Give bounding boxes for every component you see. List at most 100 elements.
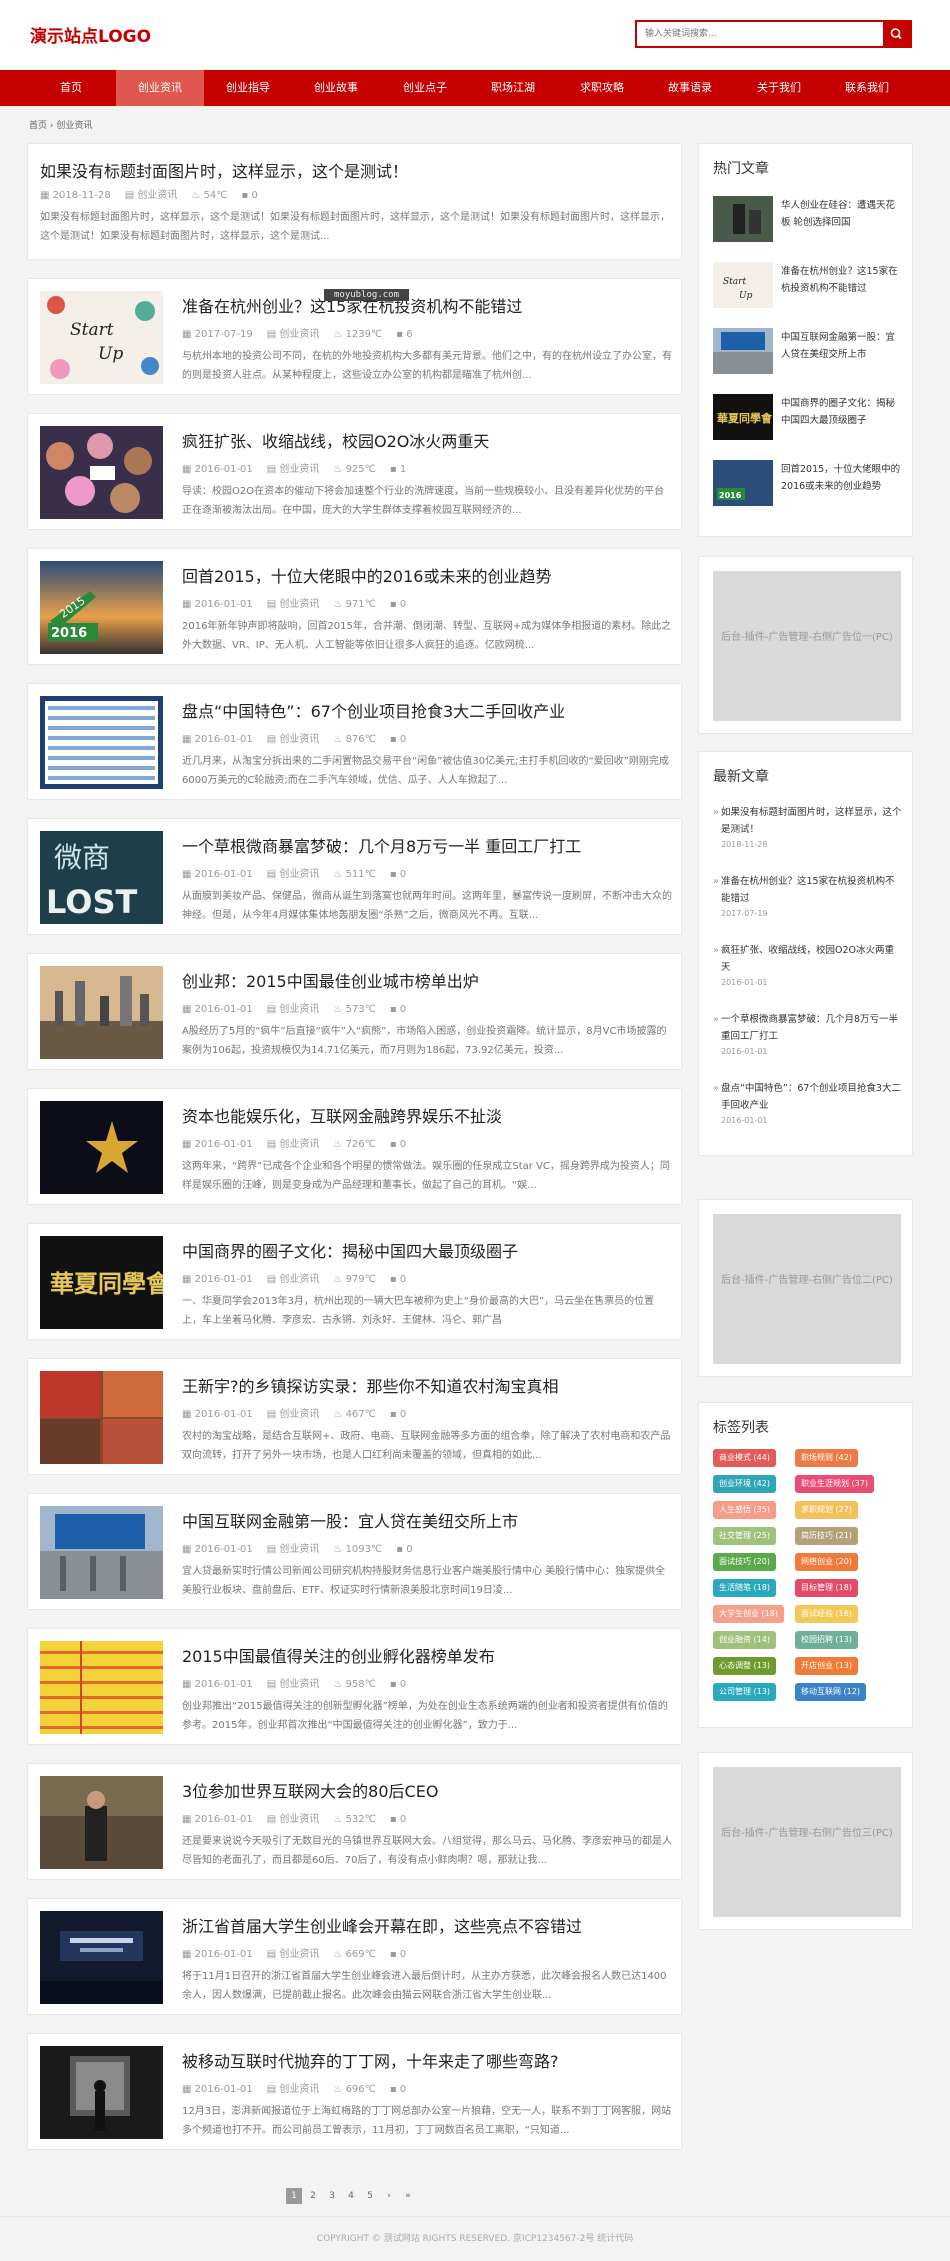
article-thumbnail[interactable] [40,1911,163,2004]
article-thumbnail[interactable] [40,1506,163,1599]
latest-article-item[interactable]: 一个草根微商暴富梦破：几个月8万亏一半 重回工厂打工 2016-01-01 [713,1011,903,1056]
article-card[interactable]: 華夏同學會 中国商界的圈子文化：揭秘中国四大最顶级圈子 ▦ 2016-01-01… [27,1223,682,1340]
hot-article-title[interactable]: 回首2015，十位大佬眼中的2016或未来的创业趋势 [781,461,903,495]
article-thumbnail[interactable] [40,696,163,789]
hot-article-item[interactable]: 2016 回首2015，十位大佬眼中的2016或未来的创业趋势 [713,460,903,508]
hot-article-title[interactable]: 准备在杭州创业？这15家在杭投资机构不能错过 [781,263,903,297]
article-card[interactable]: 被移动互联时代抛弃的丁丁网，十年来走了哪些弯路? ▦ 2016-01-01 ▤ 创… [27,2033,682,2150]
article-card[interactable]: 盘点“中国特色”：67个创业项目抢食3大二手回收产业 ▦ 2016-01-01 ▤… [27,683,682,800]
hot-article-thumbnail[interactable]: 華夏同學會 [713,394,773,440]
hot-article-thumbnail[interactable] [713,196,773,242]
article-title[interactable]: 一个草根微商暴富梦破：几个月8万亏一半 重回工厂打工 [182,833,581,857]
ad-placeholder-3[interactable]: 后台-插件-广告管理-右侧广告位三(PC) [713,1767,901,1917]
article-card[interactable]: 3位参加世界互联网大会的80后CEO ▦ 2016-01-01 ▤ 创业资讯 ♨ 5… [27,1763,682,1880]
latest-article-title[interactable]: 盘点“中国特色”：67个创业项目抢食3大二手回收产业 [713,1080,903,1114]
article-thumbnail[interactable] [40,2046,163,2139]
article-title[interactable]: 资本也能娱乐化，互联网金融跨界娱乐不扯淡 [182,1103,502,1127]
category-icon[interactable]: ▤ 创业资讯 [267,1814,320,1825]
page-next[interactable]: › [381,2188,397,2204]
nav-item-ideas[interactable]: 创业点子 [381,70,469,106]
latest-article-title[interactable]: 疯狂扩张、收缩战线，校园O2O冰火两重天 [713,942,903,976]
tag-item[interactable]: 开店创业 (13) [795,1657,858,1675]
article-thumbnail[interactable] [40,426,163,519]
nav-item-quotes[interactable]: 故事语录 [646,70,734,106]
article-thumbnail[interactable] [40,1101,163,1194]
tag-item[interactable]: 面试经验 (16) [795,1605,858,1623]
nav-item-jobs[interactable]: 求职攻略 [558,70,646,106]
ad-placeholder-1[interactable]: 后台-插件-广告管理-右侧广告位一(PC) [713,571,901,721]
hot-article-thumbnail[interactable] [713,328,773,374]
breadcrumb[interactable]: 首页 › 创业资讯 [29,118,92,131]
category-icon[interactable]: ▤ 创业资讯 [267,599,320,610]
article-title[interactable]: 浙江省首届大学生创业峰会开幕在即，这些亮点不容错过 [182,1913,582,1937]
category-icon[interactable]: ▤ 创业资讯 [267,734,320,745]
article-card[interactable]: 如果没有标题封面图片时，这样显示，这个是测试！ ▦ 2018-11-28 ▤ 创业… [27,143,682,260]
tag-item[interactable]: 创业环境 (42) [713,1475,776,1493]
tag-item[interactable]: 生活随笔 (18) [713,1579,776,1597]
article-card[interactable]: 2015中国最值得关注的创业孵化器榜单发布 ▦ 2016-01-01 ▤ 创业资讯… [27,1628,682,1745]
article-title[interactable]: 3位参加世界互联网大会的80后CEO [182,1778,438,1802]
category-icon[interactable]: ▤ 创业资讯 [267,1679,320,1690]
nav-item-about[interactable]: 关于我们 [735,70,823,106]
article-title[interactable]: 创业邦：2015中国最佳创业城市榜单出炉 [182,968,479,992]
page-3[interactable]: 3 [324,2188,340,2204]
latest-article-item[interactable]: 疯狂扩张、收缩战线，校园O2O冰火两重天 2016-01-01 [713,942,903,987]
hot-article-thumbnail[interactable]: 2016 [713,460,773,506]
category-icon[interactable]: ▤ 创业资讯 [125,190,178,201]
category-icon[interactable]: ▤ 创业资讯 [267,464,320,475]
ad-placeholder-2[interactable]: 后台-插件-广告管理-右侧广告位二(PC) [713,1214,901,1364]
nav-item-guide[interactable]: 创业指导 [204,70,292,106]
tag-item[interactable]: 面试技巧 (20) [713,1553,776,1571]
article-card[interactable]: 浙江省首届大学生创业峰会开幕在即，这些亮点不容错过 ▦ 2016-01-01 ▤ … [27,1898,682,2015]
category-icon[interactable]: ▤ 创业资讯 [267,2084,320,2095]
nav-item-story[interactable]: 创业故事 [292,70,380,106]
page-1[interactable]: 1 [286,2188,302,2204]
hot-article-item[interactable]: Start Up 准备在杭州创业？这15家在杭投资机构不能错过 [713,262,903,310]
article-card[interactable]: 资本也能娱乐化，互联网金融跨界娱乐不扯淡 ▦ 2016-01-01 ▤ 创业资讯 ♨… [27,1088,682,1205]
article-thumbnail[interactable] [40,966,163,1059]
category-icon[interactable]: ▤ 创业资讯 [267,329,320,340]
article-card[interactable]: 2015 2016 回首2015，十位大佬眼中的2016或未来的创业趋势 ▦ 20… [27,548,682,665]
tag-item[interactable]: 网络创业 (20) [795,1553,858,1571]
article-thumbnail[interactable] [40,1371,163,1464]
article-thumbnail[interactable] [40,1641,163,1734]
latest-article-title[interactable]: 一个草根微商暴富梦破：几个月8万亏一半 重回工厂打工 [713,1011,903,1045]
article-title[interactable]: 中国商界的圈子文化：揭秘中国四大最顶级圈子 [182,1238,518,1262]
article-thumbnail[interactable]: Start Up [40,291,163,384]
category-icon[interactable]: ▤ 创业资讯 [267,1139,320,1150]
tag-item[interactable]: 创业融资 (14) [713,1631,776,1649]
article-title[interactable]: 如果没有标题封面图片时，这样显示，这个是测试！ [40,158,408,182]
category-icon[interactable]: ▤ 创业资讯 [267,1949,320,1960]
tag-item[interactable]: 校园招聘 (13) [795,1631,858,1649]
hot-article-title[interactable]: 华人创业在硅谷：遭遇天花板 轮创选择回国 [781,197,903,231]
article-card[interactable]: 疯狂扩张、收缩战线，校园O2O冰火两重天 ▦ 2016-01-01 ▤ 创业资讯 ♨… [27,413,682,530]
article-title[interactable]: 疯狂扩张、收缩战线，校园O2O冰火两重天 [182,428,489,452]
tag-item[interactable]: 社交管理 (25) [713,1527,776,1545]
article-title[interactable]: 2015中国最值得关注的创业孵化器榜单发布 [182,1643,495,1667]
article-thumbnail[interactable]: 2015 2016 [40,561,163,654]
category-icon[interactable]: ▤ 创业资讯 [267,1409,320,1420]
tag-item[interactable]: 商业模式 (44) [713,1449,776,1467]
page-last[interactable]: » [400,2188,416,2204]
latest-article-item[interactable]: 盘点“中国特色”：67个创业项目抢食3大二手回收产业 2016-01-01 [713,1080,903,1125]
nav-item-news[interactable]: 创业资讯 [116,70,204,106]
tag-item[interactable]: 人生感悟 (35) [713,1501,776,1519]
hot-article-thumbnail[interactable]: Start Up [713,262,773,308]
category-icon[interactable]: ▤ 创业资讯 [267,1004,320,1015]
tag-item[interactable]: 职业生涯规划 (37) [795,1475,874,1493]
category-icon[interactable]: ▤ 创业资讯 [267,1544,320,1555]
article-title[interactable]: 被移动互联时代抛弃的丁丁网，十年来走了哪些弯路? [182,2048,559,2072]
search-input[interactable] [637,22,885,46]
article-card[interactable]: 创业邦：2015中国最佳创业城市榜单出炉 ▦ 2016-01-01 ▤ 创业资讯 ♨… [27,953,682,1070]
tag-item[interactable]: 移动互联网 (12) [795,1683,866,1701]
latest-article-title[interactable]: 如果没有标题封面图片时，这样显示，这个是测试！ [713,804,903,838]
tag-item[interactable]: 简历技巧 (21) [795,1527,858,1545]
tag-item[interactable]: 目标管理 (18) [795,1579,858,1597]
article-card[interactable]: 中国互联网金融第一股：宜人贷在美纽交所上市 ▦ 2016-01-01 ▤ 创业资讯… [27,1493,682,1610]
nav-item-contact[interactable]: 联系我们 [823,70,911,106]
search-button[interactable] [883,22,910,46]
tag-item[interactable]: 公司管理 (13) [713,1683,776,1701]
hot-article-title[interactable]: 中国商界的圈子文化：揭秘中国四大最顶级圈子 [781,395,903,429]
article-title[interactable]: 盘点“中国特色”：67个创业项目抢食3大二手回收产业 [182,698,565,722]
hot-article-item[interactable]: 华人创业在硅谷：遭遇天花板 轮创选择回国 [713,196,903,244]
